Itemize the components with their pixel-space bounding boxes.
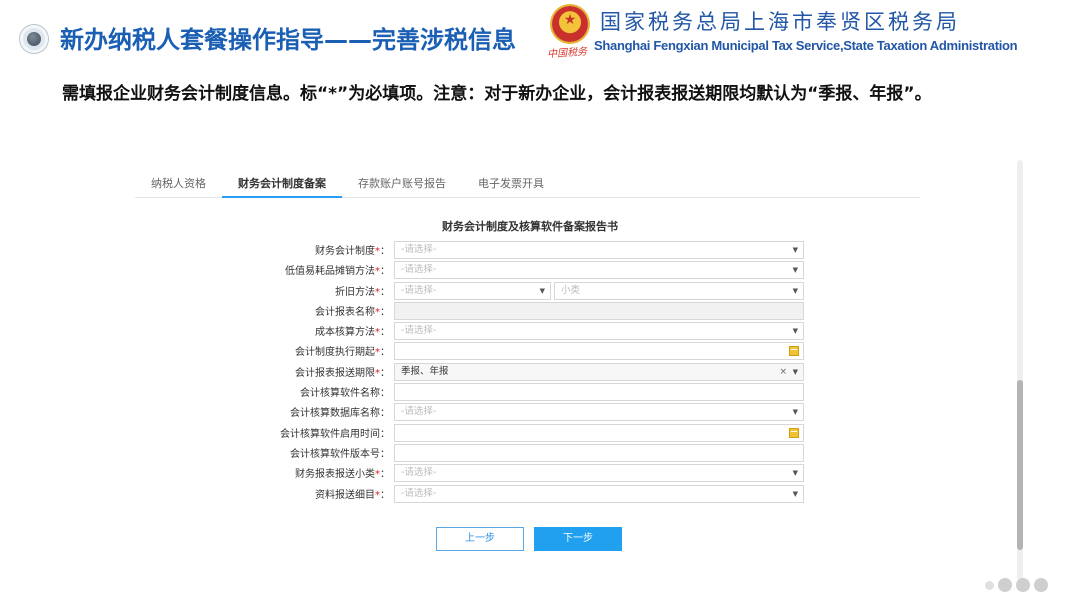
tax-emblem-icon bbox=[552, 6, 588, 42]
report-name-field[interactable] bbox=[394, 301, 804, 320]
report-submission-period-select[interactable]: 季报、年报 × ▼ bbox=[394, 362, 804, 381]
form-row: 会计核算软件版本号： bbox=[250, 443, 810, 463]
instruction-text: 需填报企业财务会计制度信息。标“*”为必填项。注意：对于新办企业，会计报表报送期… bbox=[62, 84, 932, 104]
form-row: 会计核算数据库名称： -请选择- ▼ bbox=[250, 402, 810, 422]
bullet-icon bbox=[20, 25, 48, 53]
form-row: 会计报表名称*： bbox=[250, 301, 810, 321]
form-row: 折旧方法*： -请选择- ▼ 小类 ▼ bbox=[250, 281, 810, 301]
form-row: 会计制度执行期起*： bbox=[250, 341, 810, 361]
field-label: 会计核算软件版本号： bbox=[290, 448, 390, 460]
organization-name-cn: 国家税务总局上海市奉贤区税务局 bbox=[600, 10, 960, 34]
calendar-icon bbox=[789, 427, 799, 438]
field-label: 会计核算软件启用时间： bbox=[280, 428, 390, 440]
field-label: 会计核算软件名称： bbox=[300, 388, 390, 400]
software-start-date-field[interactable] bbox=[394, 423, 804, 442]
filing-form: 财务会计制度*： -请选择- ▼ 低值易耗品摊销方法*： -请选择- ▼ 折旧方法*… bbox=[250, 240, 810, 504]
field-label: 财务会计制度*： bbox=[315, 246, 390, 257]
field-label: 会计核算数据库名称： bbox=[290, 408, 390, 420]
page-dot bbox=[985, 581, 994, 590]
caret-down-icon: ▼ bbox=[792, 246, 798, 254]
slide-title: 新办纳税人套餐操作指导——完善涉税信息 bbox=[60, 26, 516, 54]
system-start-date-field[interactable] bbox=[394, 342, 804, 361]
database-name-select[interactable]: -请选择- ▼ bbox=[394, 403, 804, 422]
next-step-button[interactable]: 下一步 bbox=[534, 527, 622, 551]
page-indicator bbox=[985, 578, 1048, 592]
caret-down-icon: ▼ bbox=[792, 266, 798, 275]
tab-bar: 纳税人资格 财务会计制度备案 存款账户账号报告 电子发票开具 bbox=[135, 170, 920, 198]
form-row: 会计核算软件启用时间： bbox=[250, 423, 810, 443]
depreciation-subclass-select[interactable]: 小类 ▼ bbox=[554, 281, 804, 300]
form-row: 会计报表报送期限*： 季报、年报 × ▼ bbox=[250, 362, 810, 382]
caret-down-icon: ▼ bbox=[792, 469, 798, 478]
calendar-icon bbox=[789, 346, 799, 357]
field-label: 会计报表名称*： bbox=[315, 306, 390, 318]
scrollbar[interactable] bbox=[1017, 160, 1023, 580]
field-label: 会计报表报送期限*： bbox=[295, 367, 390, 379]
caret-down-icon: ▼ bbox=[792, 327, 798, 336]
field-label: 财务报表报送小类*： bbox=[295, 469, 390, 481]
tab-accounting-system-filing[interactable]: 财务会计制度备案 bbox=[222, 170, 342, 198]
accounting-system-select[interactable]: -请选择- ▼ bbox=[394, 241, 804, 259]
amortization-method-select[interactable]: -请选择- ▼ bbox=[394, 261, 804, 280]
field-label: 成本核算方法*： bbox=[315, 327, 390, 339]
form-title: 财务会计制度及核算软件备案报告书 bbox=[442, 220, 618, 233]
caret-down-icon: ▼ bbox=[792, 489, 798, 498]
page-dot bbox=[1034, 578, 1048, 592]
field-label: 低值易耗品摊销方法*： bbox=[285, 266, 390, 278]
field-label: 折旧方法*： bbox=[335, 286, 390, 298]
tax-signature-logo: 中国税务 bbox=[546, 46, 588, 61]
field-label: 资料报送细目*： bbox=[315, 489, 390, 501]
form-row: 成本核算方法*： -请选择- ▼ bbox=[250, 321, 810, 341]
caret-down-icon: ▼ bbox=[792, 367, 798, 376]
field-label: 会计制度执行期起*： bbox=[295, 347, 390, 359]
report-subclass-select[interactable]: -请选择- ▼ bbox=[394, 464, 804, 483]
software-version-field[interactable] bbox=[394, 443, 804, 462]
clear-icon: × bbox=[779, 366, 787, 377]
form-row: 财务报表报送小类*： -请选择- ▼ bbox=[250, 463, 810, 483]
form-row: 低值易耗品摊销方法*： -请选择- ▼ bbox=[250, 260, 810, 280]
form-row: 财务会计制度*： -请选择- ▼ bbox=[250, 240, 810, 260]
previous-step-button[interactable]: 上一步 bbox=[436, 527, 524, 551]
page-dot bbox=[998, 578, 1012, 592]
cost-accounting-method-select[interactable]: -请选择- ▼ bbox=[394, 322, 804, 341]
document-detail-select[interactable]: -请选择- ▼ bbox=[394, 484, 804, 503]
tab-e-invoice[interactable]: 电子发票开具 bbox=[462, 170, 560, 198]
organization-name-en: Shanghai Fengxian Municipal Tax Service,… bbox=[594, 38, 1018, 53]
caret-down-icon: ▼ bbox=[792, 286, 798, 295]
tab-taxpayer-qualification[interactable]: 纳税人资格 bbox=[135, 170, 222, 198]
software-name-field[interactable] bbox=[394, 383, 804, 402]
tab-bank-account-report[interactable]: 存款账户账号报告 bbox=[342, 170, 462, 198]
depreciation-method-select[interactable]: -请选择- ▼ bbox=[394, 281, 551, 300]
caret-down-icon: ▼ bbox=[539, 286, 545, 295]
form-row: 资料报送细目*： -请选择- ▼ bbox=[250, 484, 810, 504]
caret-down-icon: ▼ bbox=[792, 408, 798, 417]
scrollbar-thumb[interactable] bbox=[1017, 380, 1023, 550]
page-dot bbox=[1016, 578, 1030, 592]
form-row: 会计核算软件名称： bbox=[250, 382, 810, 402]
